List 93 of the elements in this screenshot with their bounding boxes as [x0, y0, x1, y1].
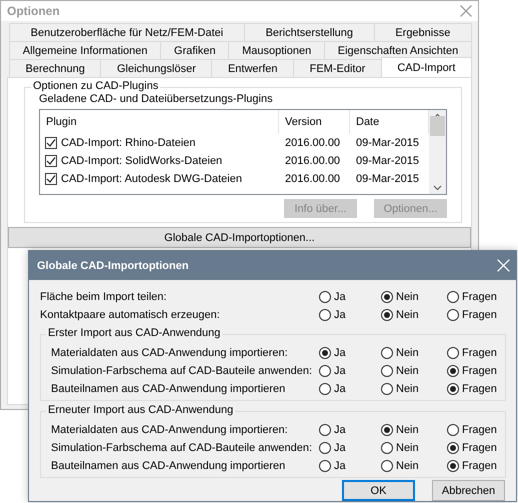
radio-button[interactable] [447, 424, 459, 436]
radio-label[interactable]: Ja [334, 442, 346, 454]
radio-button[interactable] [447, 460, 459, 472]
tab[interactable]: Allgemeine Informationen [9, 41, 162, 59]
column-header[interactable]: Plugin [40, 110, 279, 134]
radio-button[interactable] [319, 424, 331, 436]
radio-button[interactable] [319, 309, 331, 321]
radio-label[interactable]: Ja [334, 460, 346, 472]
radio-button[interactable] [447, 309, 459, 321]
table-cell-text: 2016.00.00 [284, 155, 342, 167]
radio-label[interactable]: Nein [396, 442, 419, 454]
column-header[interactable]: Version [279, 110, 350, 134]
table-cell-text: 2016.00.00 [284, 137, 342, 149]
group-title: Erneuter Import aus CAD-Anwendung [46, 404, 236, 416]
radio-button[interactable] [319, 365, 331, 377]
table-cell-text: 09-Mar-2015 [355, 173, 420, 185]
radio-label[interactable]: Nein [396, 347, 419, 359]
radio-button[interactable] [319, 347, 331, 359]
radio-button[interactable] [447, 347, 459, 359]
radio-button[interactable] [381, 291, 393, 303]
tab[interactable]: Gleichungslöser [100, 59, 212, 77]
radio-label[interactable]: Ja [334, 291, 346, 303]
tab[interactable]: Mausoptionen [228, 41, 325, 59]
radio-button[interactable] [319, 460, 331, 472]
radio-label[interactable]: Nein [396, 383, 419, 395]
tab[interactable]: Ergebnisse [374, 23, 472, 41]
radio-label[interactable]: Ja [334, 365, 346, 377]
radio-label[interactable]: Nein [396, 424, 419, 436]
radio-button[interactable] [319, 291, 331, 303]
table-cell-text: 09-Mar-2015 [355, 137, 420, 149]
radio-label[interactable]: Fragen [462, 365, 497, 377]
tab[interactable]: Eigenschaften Ansichten [324, 41, 472, 59]
radio-button[interactable] [381, 460, 393, 472]
table-cell: CAD-Import: Rhino-Dateien [61, 137, 196, 149]
radio-label[interactable]: Ja [334, 424, 346, 436]
radio-label[interactable]: Nein [396, 309, 419, 321]
window-title: Optionen [7, 4, 60, 18]
table-cell-text: 09-Mar-2015 [355, 155, 420, 167]
table-cell-text: 2016.00.00 [284, 173, 342, 185]
radio-label[interactable]: Nein [396, 460, 419, 472]
scrollbar[interactable] [429, 110, 446, 194]
radio-label[interactable]: Fragen [462, 424, 497, 436]
radio-label[interactable]: Fragen [462, 347, 497, 359]
radio-label[interactable]: Fragen [462, 383, 497, 395]
checkbox[interactable] [45, 173, 57, 185]
scroll-down-icon[interactable] [433, 185, 442, 191]
tab[interactable]: CAD-Import [380, 57, 472, 77]
group-title: Optionen zu CAD-Plugins [31, 80, 160, 92]
global-options-button[interactable]: Globale CAD-Importoptionen... [8, 227, 471, 248]
radio-button[interactable] [447, 442, 459, 454]
tab[interactable]: Berechnung [9, 59, 102, 77]
dialog-title: Globale CAD-Importoptionen [37, 260, 189, 272]
option-label: Materialdaten aus CAD-Anwendung importieren: [51, 347, 289, 359]
radio-button[interactable] [447, 291, 459, 303]
radio-button[interactable] [381, 365, 393, 377]
radio-button[interactable] [447, 365, 459, 377]
dialog-button[interactable]: Abbrechen [432, 480, 505, 501]
radio-label[interactable]: Ja [334, 347, 346, 359]
radio-button[interactable] [447, 383, 459, 395]
close-icon[interactable] [460, 5, 472, 17]
radio-label[interactable]: Fragen [462, 460, 497, 472]
option-label: Simulation-Farbschema auf CAD-Bauteile anwenden: [51, 365, 314, 377]
checkbox[interactable] [45, 137, 57, 149]
group-title: Erster Import aus CAD-Anwendung [46, 327, 222, 339]
tab[interactable]: Berichtserstellung [244, 23, 375, 41]
option-label: Bauteilnamen aus CAD-Anwendung importieren [51, 460, 286, 472]
radio-button[interactable] [381, 383, 393, 395]
radio-label[interactable]: Nein [396, 291, 419, 303]
option-label: Bauteilnamen aus CAD-Anwendung importieren [51, 383, 286, 395]
option-label: Fläche beim Import teilen: [40, 291, 168, 303]
dialog-button[interactable]: OK [342, 480, 415, 501]
radio-button[interactable] [381, 424, 393, 436]
radio-label[interactable]: Nein [396, 365, 419, 377]
option-label: Kontaktpaare automatisch erzeugen: [40, 309, 221, 321]
radio-label[interactable]: Fragen [462, 291, 497, 303]
radio-button[interactable] [319, 442, 331, 454]
option-label: Simulation-Farbschema auf CAD-Bauteile anwenden: [51, 442, 314, 454]
table-cell: CAD-Import: SolidWorks-Dateien [61, 155, 222, 167]
checkbox[interactable] [45, 155, 57, 167]
table-cell: CAD-Import: Autodesk DWG-Dateien [61, 173, 242, 185]
radio-label[interactable]: Ja [334, 383, 346, 395]
radio-button[interactable] [381, 309, 393, 321]
radio-label[interactable]: Fragen [462, 442, 497, 454]
radio-button[interactable] [381, 442, 393, 454]
option-label: Materialdaten aus CAD-Anwendung importieren: [51, 424, 289, 436]
radio-label[interactable]: Fragen [462, 309, 497, 321]
list-caption: Geladene CAD- und Dateiübersetzungs-Plugins [39, 93, 274, 105]
radio-button[interactable] [381, 347, 393, 359]
tab[interactable]: Benutzeroberfläche für Netz/FEM-Datei [9, 23, 245, 41]
radio-label[interactable]: Ja [334, 309, 346, 321]
scroll-up-icon[interactable] [433, 113, 442, 119]
scrollbar-thumb[interactable] [430, 116, 445, 136]
radio-button[interactable] [319, 383, 331, 395]
